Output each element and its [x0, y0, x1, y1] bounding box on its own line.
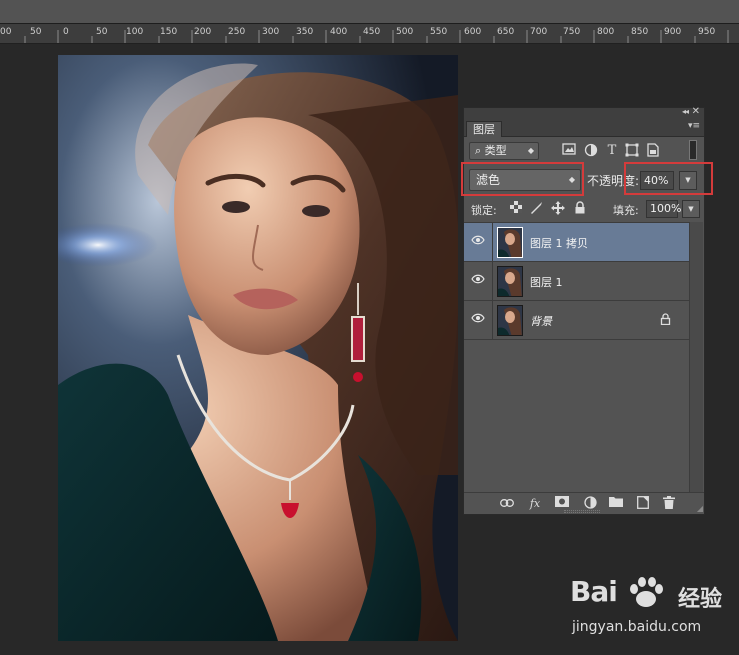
- lock-transparent-pixels-icon[interactable]: [509, 201, 523, 215]
- layer-thumbnail: [497, 266, 523, 297]
- layer-row-1[interactable]: 图层 1: [464, 262, 689, 301]
- blend-mode-highlight: [461, 162, 584, 196]
- filter-kind-select[interactable]: ⌕ 类型 ◆: [469, 142, 539, 160]
- lock-fill-row: 锁定: 填充: 100% ▼: [469, 199, 703, 219]
- select-arrows-icon: ◆: [527, 146, 534, 155]
- filter-row: ⌕ 类型 ◆ T: [469, 140, 697, 162]
- lock-image-pixels-icon[interactable]: [529, 201, 543, 215]
- paw-logo-icon: [630, 577, 663, 607]
- layer-name[interactable]: 背景: [530, 313, 552, 329]
- filter-toggle-switch[interactable]: [689, 140, 697, 160]
- filter-kind-label: 类型: [484, 144, 507, 157]
- lock-all-icon[interactable]: [573, 201, 587, 215]
- panel-tab-bar: 图层 ▾≡: [464, 120, 704, 137]
- fill-input[interactable]: 100%: [646, 200, 681, 218]
- visibility-eye-icon[interactable]: [470, 235, 486, 249]
- trash-icon[interactable]: [660, 496, 678, 512]
- divider: [492, 262, 493, 301]
- adjustment-filter-icon[interactable]: [583, 143, 599, 159]
- horizontal-ruler: 00 50 0 50 100 150 200 250 300 350 400 4…: [0, 24, 739, 44]
- smart-object-filter-icon[interactable]: [645, 143, 661, 159]
- layer-row-background[interactable]: 背景: [464, 301, 689, 340]
- opacity-highlight: [624, 162, 713, 195]
- image-filter-icon[interactable]: [561, 143, 577, 159]
- portrait-image: [58, 55, 458, 641]
- lock-position-icon[interactable]: [551, 201, 565, 215]
- collapse-panel-icon[interactable]: ◂◂: [682, 107, 689, 116]
- fill-label: 填充:: [613, 204, 639, 217]
- layer-list: 图层 1 拷贝 图层 1 背景: [464, 222, 689, 492]
- visibility-eye-icon[interactable]: [470, 274, 486, 288]
- panel-header-strip: ◂◂ ✕: [464, 106, 704, 120]
- resize-corner-icon[interactable]: ◢: [697, 504, 703, 513]
- baidu-jingyan-watermark: Bai 经验 jingyan.baidu.com: [570, 575, 735, 645]
- divider: [492, 301, 493, 340]
- watermark-logo: Bai: [570, 575, 618, 608]
- group-folder-icon[interactable]: [607, 496, 625, 512]
- tab-layers[interactable]: 图层: [466, 121, 502, 137]
- link-icon[interactable]: [498, 496, 516, 512]
- shape-filter-icon[interactable]: [624, 143, 640, 159]
- layer-list-scrollbar[interactable]: [689, 222, 703, 492]
- search-icon: ⌕: [475, 144, 482, 157]
- visibility-eye-icon[interactable]: [470, 313, 486, 327]
- fill-dropdown-button[interactable]: ▼: [682, 200, 700, 218]
- panel-bottom-toolbar: fx ◢: [464, 492, 704, 514]
- options-bar: [0, 0, 739, 24]
- layer-thumbnail: [497, 305, 523, 336]
- document-canvas[interactable]: [58, 55, 458, 641]
- fx-icon[interactable]: fx: [526, 496, 544, 512]
- close-panel-icon[interactable]: ✕: [692, 106, 700, 117]
- panel-resize-grip[interactable]: [564, 510, 600, 513]
- panel-menu-icon[interactable]: ▾≡: [688, 121, 700, 131]
- layer-thumbnail: [497, 227, 523, 258]
- divider: [492, 223, 493, 262]
- layer-row-1-copy[interactable]: 图层 1 拷贝: [464, 223, 689, 262]
- watermark-url: jingyan.baidu.com: [572, 619, 702, 635]
- layer-name[interactable]: 图层 1: [530, 274, 563, 290]
- layer-lock-icon: [660, 313, 671, 328]
- new-layer-icon[interactable]: [634, 496, 652, 512]
- lock-label: 锁定:: [471, 204, 497, 217]
- type-filter-icon[interactable]: T: [604, 143, 620, 159]
- ruler-ticks: [24, 30, 729, 43]
- layer-name[interactable]: 图层 1 拷贝: [530, 235, 588, 251]
- watermark-cn: 经验: [678, 587, 723, 612]
